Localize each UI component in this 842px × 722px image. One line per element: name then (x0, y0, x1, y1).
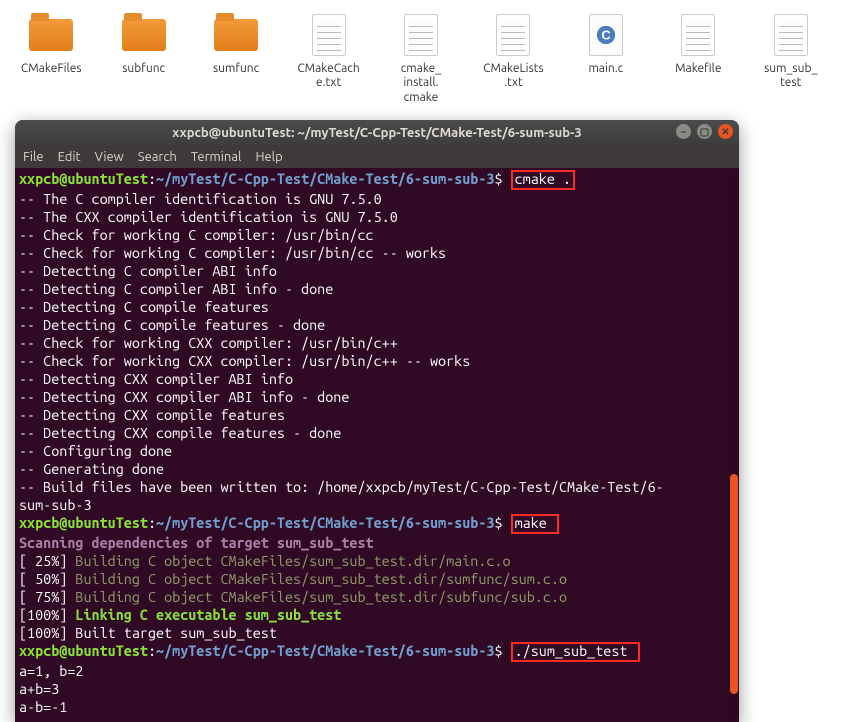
text-file-icon (681, 14, 715, 56)
folder-icon (29, 17, 73, 53)
text-file-icon (496, 14, 530, 56)
maximize-button[interactable]: ▢ (697, 124, 712, 139)
file-item[interactable]: sumfunc (190, 10, 282, 105)
file-label: Makefile (675, 62, 721, 76)
file-label: CMakeFiles (21, 62, 82, 76)
terminal-window: xxpcb@ubuntuTest: ~/myTest/C-Cpp-Test/CM… (15, 120, 739, 722)
folder-icon (122, 17, 166, 53)
file-label: cmake_ install. cmake (401, 62, 441, 105)
file-label: sumfunc (213, 62, 259, 76)
window-titlebar[interactable]: xxpcb@ubuntuTest: ~/myTest/C-Cpp-Test/CM… (15, 120, 739, 146)
highlight-make: make (511, 514, 559, 534)
menu-item-terminal[interactable]: Terminal (191, 150, 242, 164)
file-manager-row: CMakeFiles subfunc sumfunc CMakeCach e.txt c… (0, 0, 842, 105)
menu-bar: File Edit View Search Terminal Help (15, 146, 739, 168)
file-item[interactable]: cmake_ install. cmake (375, 10, 467, 105)
file-label: CMakeLists .txt (483, 62, 544, 91)
file-item[interactable]: CMakeFiles (5, 10, 97, 105)
terminal-body[interactable]: xxpcb@ubuntuTest:~/myTest/C-Cpp-Test/CMa… (15, 168, 739, 722)
file-item[interactable]: CMakeCach e.txt (282, 10, 374, 105)
scrollbar-thumb[interactable] (730, 474, 738, 694)
file-item[interactable]: CMakeLists .txt (467, 10, 559, 105)
menu-item-edit[interactable]: Edit (58, 150, 81, 164)
file-item[interactable]: sum_sub_ test (745, 10, 837, 105)
file-item[interactable]: Cmain.c (560, 10, 652, 105)
file-label: main.c (588, 62, 623, 76)
close-button[interactable]: ✕ (718, 124, 733, 139)
file-label: subfunc (122, 62, 165, 76)
folder-icon (214, 17, 258, 53)
text-file-icon (404, 14, 438, 56)
text-file-icon (774, 14, 808, 56)
menu-item-view[interactable]: View (95, 150, 124, 164)
c-file-icon: C (589, 14, 623, 56)
text-file-icon (312, 14, 346, 56)
highlight-cmake: cmake . (511, 170, 575, 190)
file-label: sum_sub_ test (764, 62, 817, 91)
window-controls: – ▢ ✕ (676, 124, 733, 139)
highlight-run: ./sum_sub_test (511, 642, 640, 662)
minimize-button[interactable]: – (676, 124, 691, 139)
menu-item-file[interactable]: File (23, 150, 44, 164)
file-label: CMakeCach e.txt (297, 62, 359, 91)
menu-item-help[interactable]: Help (255, 150, 282, 164)
svg-text:C: C (601, 28, 610, 43)
file-item[interactable]: subfunc (97, 10, 189, 105)
menu-item-search[interactable]: Search (138, 150, 177, 164)
scrollbar[interactable] (729, 172, 739, 722)
window-title: xxpcb@ubuntuTest: ~/myTest/C-Cpp-Test/CM… (172, 126, 582, 140)
file-item[interactable]: Makefile (652, 10, 744, 105)
